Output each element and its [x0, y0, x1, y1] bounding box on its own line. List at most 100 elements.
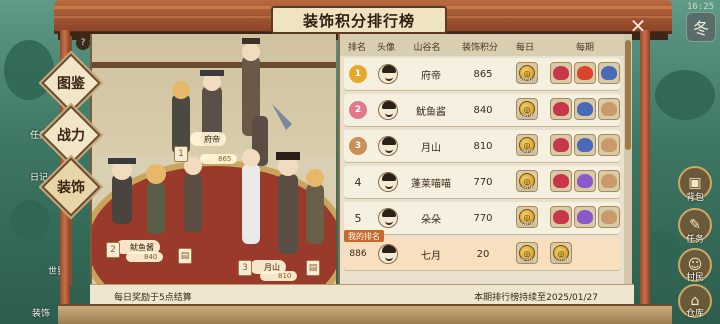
- table-row: 3 月山 810 ◎ x600: [344, 130, 620, 162]
- scene-points: 865: [200, 154, 238, 164]
- table-row: 1 府帝 865 ◎ x1000: [344, 58, 620, 90]
- table-row: 4 蓬莱喵喵 770 ◎ x500: [344, 166, 620, 198]
- decoration-points: 840: [473, 104, 493, 116]
- periodic-reward-slot[interactable]: [550, 98, 572, 120]
- daily-reward-slot[interactable]: ◎ x800: [516, 98, 538, 120]
- decoration-points: 770: [473, 212, 493, 224]
- table-row: 5 朵朵 770 ◎ x400: [344, 202, 620, 234]
- tab-collection[interactable]: 图鉴: [50, 62, 92, 104]
- reward-qty: x50: [521, 257, 533, 264]
- periodic-reward-slot[interactable]: [550, 134, 572, 156]
- tab-decoration[interactable]: 装饰: [50, 166, 92, 208]
- daily-reward-slot[interactable]: ◎ x500: [516, 170, 538, 192]
- decoration-points: 810: [473, 140, 493, 152]
- header-periodic: 每期: [575, 43, 594, 53]
- rank-number: 5: [354, 211, 362, 225]
- periodic-reward-slot[interactable]: [598, 170, 620, 192]
- valley-name: 月山: [421, 142, 441, 154]
- avatar[interactable]: [378, 244, 398, 264]
- scene-points: 840: [126, 252, 164, 262]
- header-points: 装饰积分: [461, 43, 498, 53]
- periodic-reward-slot[interactable]: [598, 62, 620, 84]
- my-ranking-row: 我的排名 886 七月 20 ◎ x50 ◎ x100: [344, 230, 620, 270]
- periodic-reward-slot[interactable]: [550, 62, 572, 84]
- avatar[interactable]: [378, 100, 398, 120]
- rank-medal-icon: 2: [349, 101, 367, 119]
- header-avatar: 头像: [376, 43, 395, 53]
- purple-gem-icon: [577, 174, 593, 188]
- periodic-reward-slot[interactable]: [574, 170, 596, 192]
- daily-settlement-note: 每日奖励于5点结算: [114, 293, 192, 303]
- season-badge[interactable]: 冬: [686, 12, 716, 42]
- decoration-points: 20: [476, 248, 490, 260]
- periodic-reward-slot[interactable]: [574, 98, 596, 120]
- avatar[interactable]: [378, 64, 398, 84]
- daily-reward-slot[interactable]: ◎ x400: [516, 206, 538, 228]
- avatar[interactable]: [378, 208, 398, 228]
- periodic-reward-slot[interactable]: [574, 134, 596, 156]
- periodic-reward-slot[interactable]: [598, 98, 620, 120]
- periodic-reward-slot[interactable]: [550, 170, 572, 192]
- sack-icon: [601, 210, 617, 224]
- reward-qty: x800: [519, 113, 535, 120]
- valley-name: 七月: [421, 250, 441, 262]
- scene-medal-icon[interactable]: 3: [238, 260, 252, 276]
- avatar[interactable]: [378, 172, 398, 192]
- periodic-reward-slot[interactable]: [550, 206, 572, 228]
- blue-pot-icon: [577, 102, 593, 116]
- footer-bar: 每日奖励于5点结算 本期排行榜持续至2025/01/27: [90, 284, 634, 304]
- sack-icon: [601, 102, 617, 116]
- reward-qty: x1000: [517, 77, 537, 84]
- scene-medal-icon[interactable]: 2: [106, 242, 120, 258]
- scene-plaque-icon[interactable]: ▤: [306, 260, 320, 276]
- season-end-note: 本期排行榜持续至2025/01/27: [474, 293, 598, 303]
- periodic-reward-slot[interactable]: [574, 62, 596, 84]
- help-icon[interactable]: ?: [76, 36, 90, 50]
- scene-plaque-icon[interactable]: ▤: [178, 248, 192, 264]
- table-row: 2 鱿鱼酱 840 ◎ x800: [344, 94, 620, 126]
- scene-medal-icon[interactable]: 1: [174, 146, 188, 162]
- decoration-points: 865: [473, 68, 493, 80]
- rose-icon: [553, 210, 569, 224]
- valley-name: 朵朵: [421, 214, 441, 226]
- decoration-scene: 府帝 865 1 鱿鱼酱 840 2 ▤ 月山 810 3 ▤: [90, 34, 336, 284]
- rank-number: 4: [354, 175, 362, 189]
- bag-label: 背包: [685, 193, 704, 203]
- reward-qty: x600: [519, 149, 535, 156]
- scrollbar-thumb[interactable]: [625, 40, 631, 150]
- daily-reward-slot[interactable]: ◎ x1000: [516, 62, 538, 84]
- sack-icon: [601, 138, 617, 152]
- quest-label: 任务: [685, 235, 704, 245]
- avatar[interactable]: [378, 136, 398, 156]
- rank-medal-icon: 3: [349, 137, 367, 155]
- periodic-reward-slot[interactable]: [598, 134, 620, 156]
- page-title: 装饰积分排行榜: [271, 6, 447, 34]
- rank-medal-icon: 1: [349, 65, 367, 83]
- scene-points: 810: [260, 271, 298, 281]
- left-side-label[interactable]: 装饰: [32, 306, 50, 319]
- villager-label: 村民: [685, 273, 704, 283]
- tab-power[interactable]: 战力: [50, 114, 92, 156]
- daily-reward-slot[interactable]: ◎ x50: [516, 242, 538, 264]
- decoration-points: 770: [473, 176, 493, 188]
- valley-name: 府帝: [421, 70, 441, 82]
- valley-name: 鱿鱼酱: [416, 106, 446, 118]
- rose-icon: [553, 66, 569, 80]
- blue-pot-icon: [601, 66, 617, 80]
- reward-qty: x500: [519, 185, 535, 192]
- periodic-reward-slot[interactable]: ◎ x100: [550, 242, 572, 264]
- right-pillar: [640, 30, 650, 310]
- header-rank: 排名: [347, 43, 366, 53]
- header-daily: 每日: [515, 43, 534, 53]
- rank-number: 886: [349, 249, 367, 259]
- bag-icon: ▣: [688, 175, 702, 191]
- purple-gem-icon: [577, 210, 593, 224]
- scene-nameplate: 府帝: [190, 132, 226, 146]
- reward-qty: x400: [519, 221, 535, 228]
- rose-icon: [553, 138, 569, 152]
- periodic-reward-slot[interactable]: [574, 206, 596, 228]
- header-name: 山谷名: [413, 43, 441, 53]
- daily-reward-slot[interactable]: ◎ x600: [516, 134, 538, 156]
- periodic-reward-slot[interactable]: [598, 206, 620, 228]
- blue-pot-icon: [577, 138, 593, 152]
